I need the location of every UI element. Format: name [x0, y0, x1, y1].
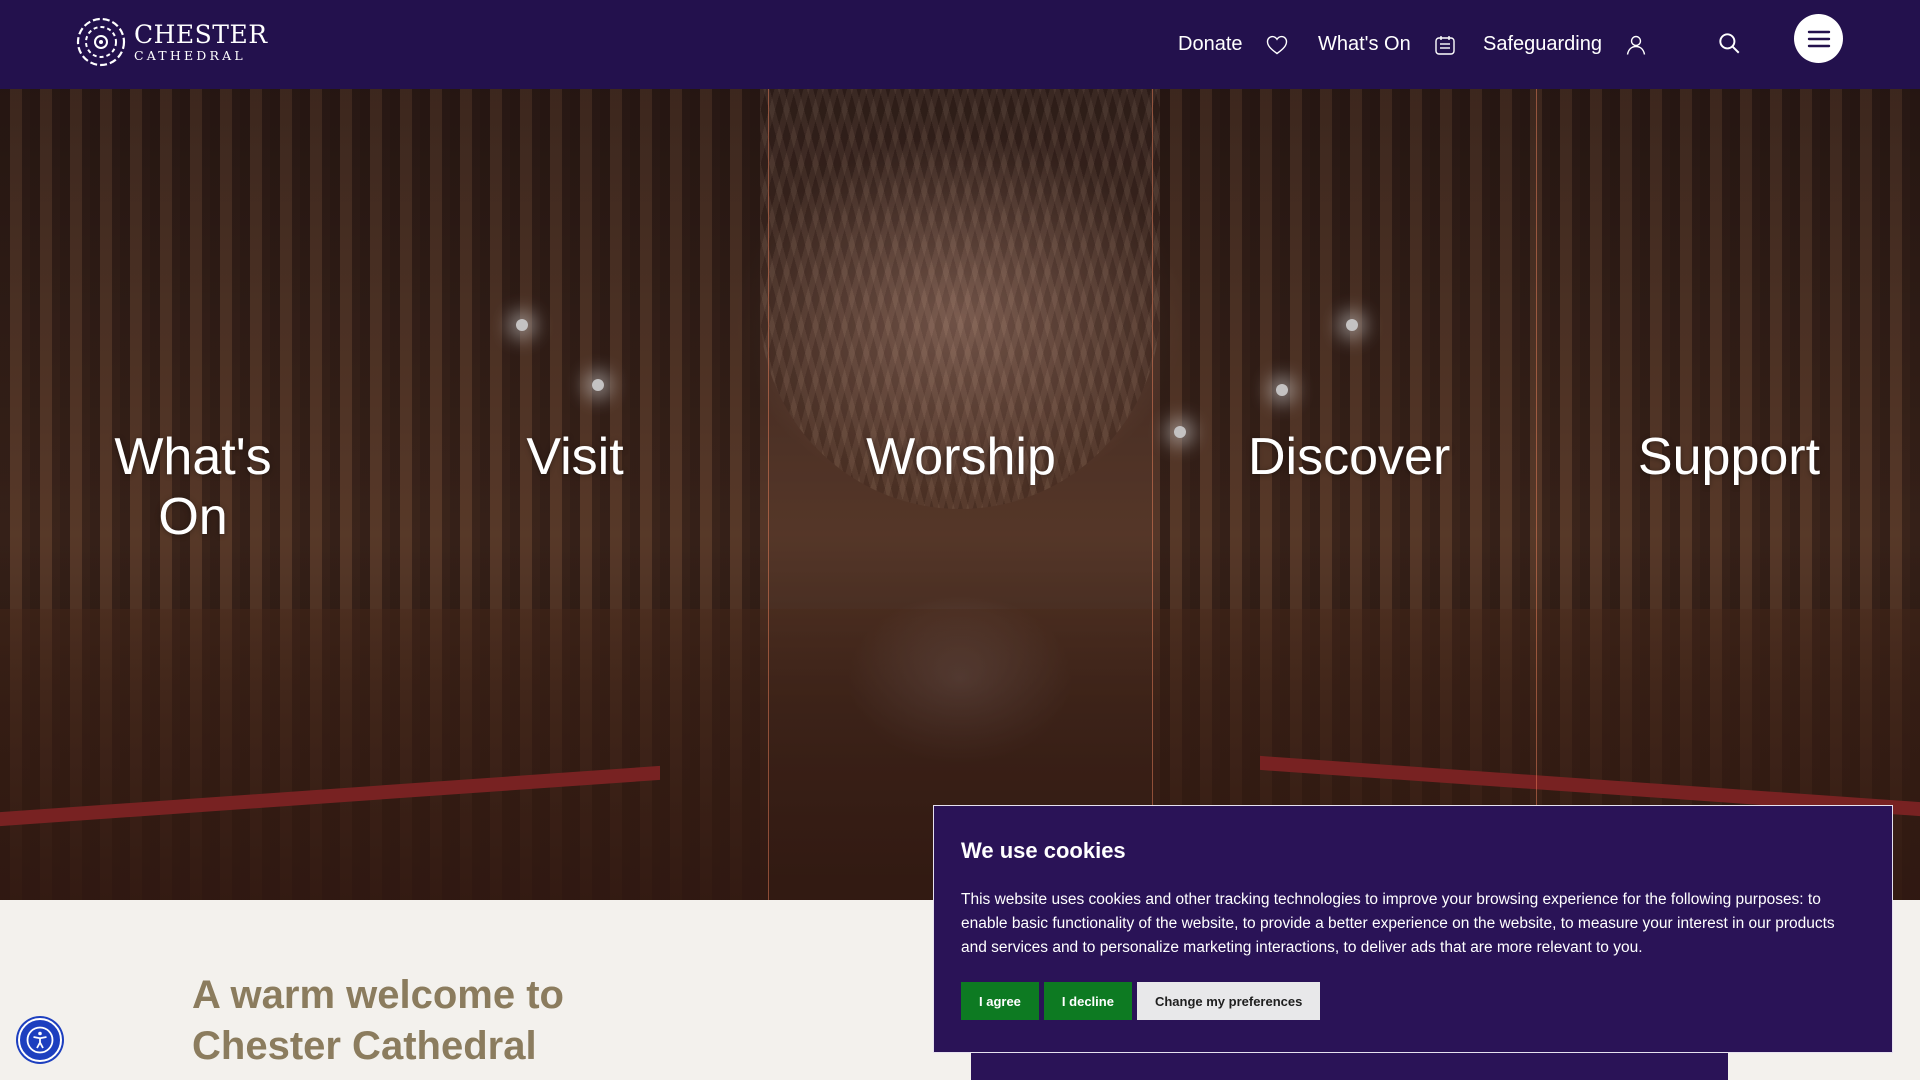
nav-safeguarding[interactable]: Safeguarding	[1483, 0, 1648, 89]
hero-link-worship[interactable]: Worship	[866, 427, 1056, 487]
nav-whats-on[interactable]: What's On	[1318, 0, 1457, 89]
cookie-decline-button[interactable]: I decline	[1043, 982, 1132, 1020]
welcome-heading-line1: A warm welcome to	[192, 973, 564, 1017]
cathedral-rose-logo-icon	[76, 17, 126, 67]
logo-wordmark-line1: CHESTER	[134, 19, 268, 49]
cookie-agree-button[interactable]: I agree	[961, 982, 1039, 1020]
heart-icon	[1266, 35, 1287, 54]
hamburger-menu-button[interactable]	[1794, 14, 1843, 63]
logo-wordmark-line2: CATHEDRAL	[134, 47, 246, 63]
hero-divider	[768, 89, 769, 900]
calendar-icon	[1435, 35, 1455, 55]
hamburger-menu-icon	[1807, 30, 1830, 47]
site-logo[interactable]: CHESTER CATHEDRAL	[76, 17, 268, 67]
hero-divider	[1152, 89, 1153, 900]
site-header: CHESTER CATHEDRAL Donate What's On Safeg…	[0, 0, 1920, 89]
hero-link-support[interactable]: Support	[1637, 427, 1821, 487]
hero-link-discover[interactable]: Discover	[1248, 427, 1450, 487]
hero-divider	[1536, 89, 1537, 900]
accessibility-icon	[26, 1026, 54, 1054]
cookie-description: This website uses cookies and other trac…	[961, 891, 1835, 956]
cookie-preferences-button[interactable]: Change my preferences	[1136, 982, 1321, 1020]
nav-donate-label: Donate	[1178, 33, 1243, 55]
hero-banner: What's On Visit Worship Discover Support	[0, 89, 1920, 900]
nav-donate[interactable]: Donate	[1178, 0, 1289, 89]
cookie-consent-dialog: We use cookies This website uses cookies…	[933, 805, 1893, 1053]
accessibility-button[interactable]	[18, 1018, 62, 1062]
nav-safeguarding-label: Safeguarding	[1483, 33, 1602, 55]
cookie-button-group: I agree I decline Change my preferences	[961, 982, 1321, 1020]
user-icon	[1626, 35, 1646, 55]
hero-link-whats-on[interactable]: What's On	[79, 427, 307, 547]
search-icon[interactable]	[1716, 30, 1742, 56]
welcome-heading-line2: Chester Cathedral	[192, 1024, 537, 1068]
welcome-heading: A warm welcome to Chester Cathedral	[192, 970, 712, 1072]
nav-whats-on-label: What's On	[1318, 33, 1411, 55]
hero-link-visit[interactable]: Visit	[520, 427, 630, 487]
cookie-title: We use cookies	[961, 838, 1126, 863]
